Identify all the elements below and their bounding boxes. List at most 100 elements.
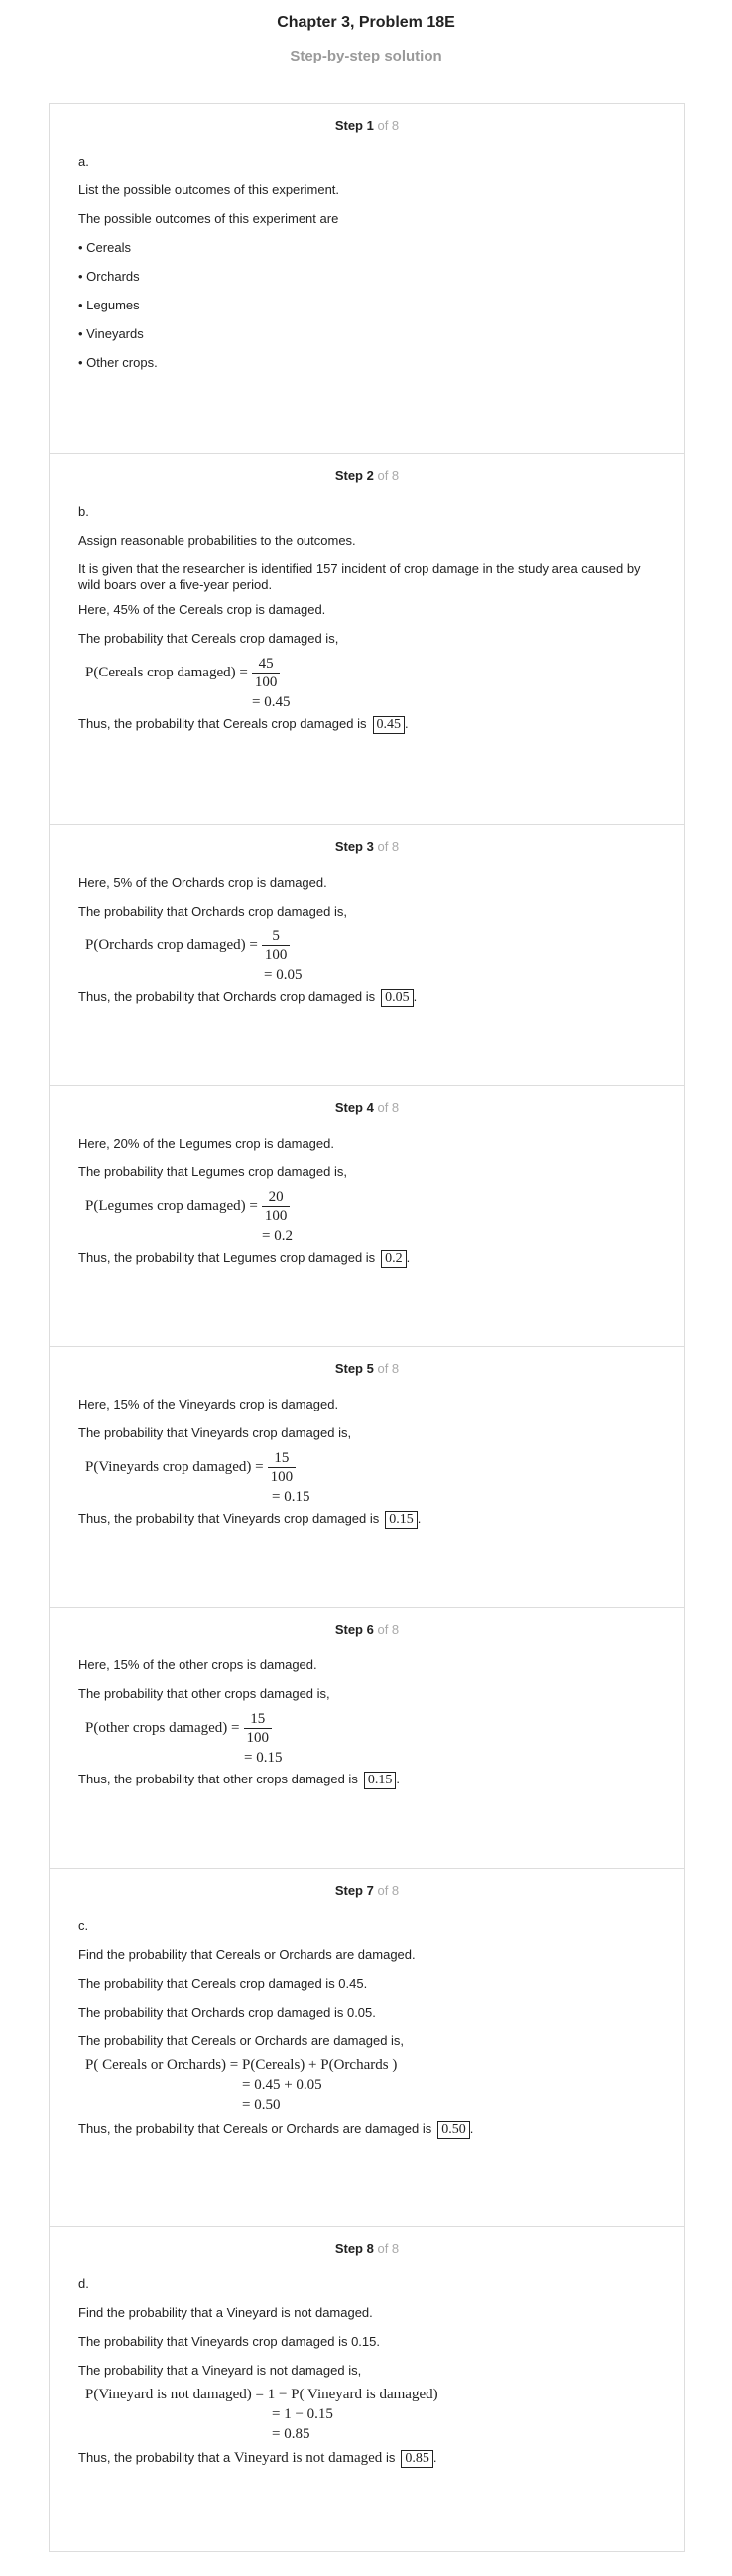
step-header: Step 2 of 8: [50, 466, 684, 486]
step-label: Step 1: [334, 118, 374, 133]
text-line: Here, 15% of the other crops is damaged.: [78, 1657, 317, 1672]
denominator: 100: [264, 1208, 288, 1225]
list-item: • Legumes: [78, 298, 140, 312]
step-of: of 8: [377, 118, 400, 133]
fraction: 15 100: [267, 1449, 297, 1486]
step-of: of 8: [377, 2241, 400, 2256]
step-label: Step 8: [334, 2241, 374, 2256]
numerator: 20: [261, 1188, 291, 1208]
step-8: Step 8 of 8 d. Find the probability that…: [50, 2226, 684, 2551]
equation-line: = 1 − 0.15: [272, 2406, 333, 2422]
conclusion: Thus, the probability that Orchards crop…: [78, 989, 418, 1007]
numerator: 45: [251, 655, 281, 675]
step-header: Step 5 of 8: [50, 1359, 684, 1379]
conclusion: Thus, the probability that Vineyards cro…: [78, 1511, 422, 1529]
step-of: of 8: [377, 1883, 400, 1898]
denominator: 100: [270, 1469, 294, 1486]
equation: P(Legumes crop damaged) = 20 100 = 0.2: [85, 1186, 684, 1246]
part-label: c.: [78, 1918, 89, 1933]
text-line: The possible outcomes of this experiment…: [78, 211, 339, 226]
step-1: Step 1 of 8 a. List the possible outcome…: [50, 116, 684, 453]
step-header: Step 1 of 8: [50, 116, 684, 136]
conclusion-text: Thus, the probability that Vineyards cro…: [78, 1511, 380, 1526]
conclusion-text: Thus, the probability that Legumes crop …: [78, 1250, 376, 1265]
step-2: Step 2 of 8 b. Assign reasonable probabi…: [50, 453, 684, 824]
answer-box: 0.15: [385, 1511, 418, 1529]
page-title: Chapter 3, Problem 18E: [277, 14, 455, 31]
fraction: 15 100: [243, 1710, 272, 1747]
text-line: Here, 45% of the Cereals crop is damaged…: [78, 602, 326, 617]
conclusion: Thus, the probability that Cereals crop …: [78, 716, 409, 734]
equation-result: = 0.45: [252, 694, 291, 710]
part-label: b.: [78, 504, 89, 519]
answer-box: 0.45: [372, 716, 405, 734]
equation-lhs: P(Vineyards crop damaged) =: [85, 1459, 264, 1475]
answer-box: 0.15: [363, 1772, 397, 1789]
step-label: Step 5: [334, 1361, 374, 1376]
text-line: The probability that a Vineyard is not d…: [78, 2363, 362, 2378]
equation: P( Cereals or Orchards) = P(Cereals) + P…: [85, 2055, 684, 2117]
equation-result: = 0.05: [264, 967, 303, 983]
step-header: Step 7 of 8: [50, 1881, 684, 1901]
equation-lhs: P(Orchards crop damaged) =: [85, 937, 258, 953]
conclusion: Thus, the probability that Cereals or Or…: [78, 2121, 474, 2139]
equation-result: = 0.15: [244, 1750, 283, 1766]
list-item: • Vineyards: [78, 326, 144, 341]
equation: P(Cereals crop damaged) = 45 100 = 0.45: [85, 653, 684, 712]
equation-lhs: P(Legumes crop damaged) =: [85, 1198, 258, 1214]
equation: P(Vineyards crop damaged) = 15 100 = 0.15: [85, 1447, 684, 1507]
denominator: 100: [246, 1730, 270, 1747]
equation-line: P(Vineyard is not damaged) = 1 − P( Vine…: [85, 2387, 438, 2402]
text-line: The probability that Cereals or Orchards…: [78, 2033, 405, 2048]
conclusion-text: Thus, the probability that a: [78, 2450, 231, 2465]
text-line: Assign reasonable probabilities to the o…: [78, 533, 356, 548]
equation: P(other crops damaged) = 15 100 = 0.15: [85, 1708, 684, 1768]
answer-box: 0.50: [437, 2121, 470, 2139]
step-4: Step 4 of 8 Here, 20% of the Legumes cro…: [50, 1085, 684, 1346]
step-header: Step 8 of 8: [50, 2239, 684, 2259]
fraction: 45 100: [251, 655, 281, 691]
text-line: The probability that Orchards crop damag…: [78, 904, 347, 919]
conclusion-text: Thus, the probability that other crops d…: [78, 1772, 358, 1786]
equation-lhs: P(other crops damaged) =: [85, 1720, 240, 1736]
step-of: of 8: [377, 468, 400, 483]
equation-line: = 0.50: [242, 2097, 281, 2113]
step-5: Step 5 of 8 Here, 15% of the Vineyards c…: [50, 1346, 684, 1607]
text-line: The probability that Vineyards crop dama…: [78, 1425, 352, 1440]
conclusion: Thus, the probability that other crops d…: [78, 1772, 400, 1789]
denominator: 100: [254, 675, 278, 691]
step-6: Step 6 of 8 Here, 15% of the other crops…: [50, 1607, 684, 1868]
solution-steps: Step 1 of 8 a. List the possible outcome…: [49, 103, 685, 2552]
fraction: 20 100: [261, 1188, 291, 1225]
equation-line: P( Cereals or Orchards) = P(Cereals) + P…: [85, 2057, 398, 2073]
equation: P(Vineyard is not damaged) = 1 − P( Vine…: [85, 2385, 684, 2446]
step-label: Step 2: [334, 468, 374, 483]
equation-line: = 0.45 + 0.05: [242, 2077, 322, 2093]
list-item: • Other crops.: [78, 355, 158, 370]
part-label: d.: [78, 2276, 89, 2291]
step-label: Step 4: [334, 1100, 374, 1115]
denominator: 100: [264, 947, 288, 964]
numerator: 5: [261, 927, 291, 947]
step-header: Step 3 of 8: [50, 837, 684, 857]
step-label: Step 6: [334, 1622, 374, 1637]
conclusion: Thus, the probability that Legumes crop …: [78, 1250, 411, 1268]
text-line: Find the probability that Cereals or Orc…: [78, 1947, 416, 1962]
answer-box: 0.05: [381, 989, 414, 1007]
text-line: The probability that Orchards crop damag…: [78, 2005, 376, 2020]
text-line: It is given that the researcher is ident…: [78, 561, 641, 592]
step-header: Step 6 of 8: [50, 1620, 684, 1640]
part-label: a.: [78, 154, 89, 169]
step-3: Step 3 of 8 Here, 5% of the Orchards cro…: [50, 824, 684, 1085]
conclusion-text: Thus, the probability that Cereals or Or…: [78, 2121, 432, 2136]
text-line: The probability that Cereals crop damage…: [78, 631, 339, 646]
text-line: The probability that Cereals crop damage…: [78, 1976, 368, 1991]
numerator: 15: [267, 1449, 297, 1469]
answer-box: 0.2: [381, 1250, 407, 1268]
conclusion-text: Thus, the probability that Cereals crop …: [78, 716, 367, 731]
text-line: The probability that Vineyards crop dama…: [78, 2334, 380, 2349]
text-line: Here, 20% of the Legumes crop is damaged…: [78, 1136, 334, 1151]
conclusion-math: Vineyard is not damaged: [233, 2450, 383, 2466]
list-item: • Cereals: [78, 240, 131, 255]
text-line: The probability that Legumes crop damage…: [78, 1165, 347, 1179]
